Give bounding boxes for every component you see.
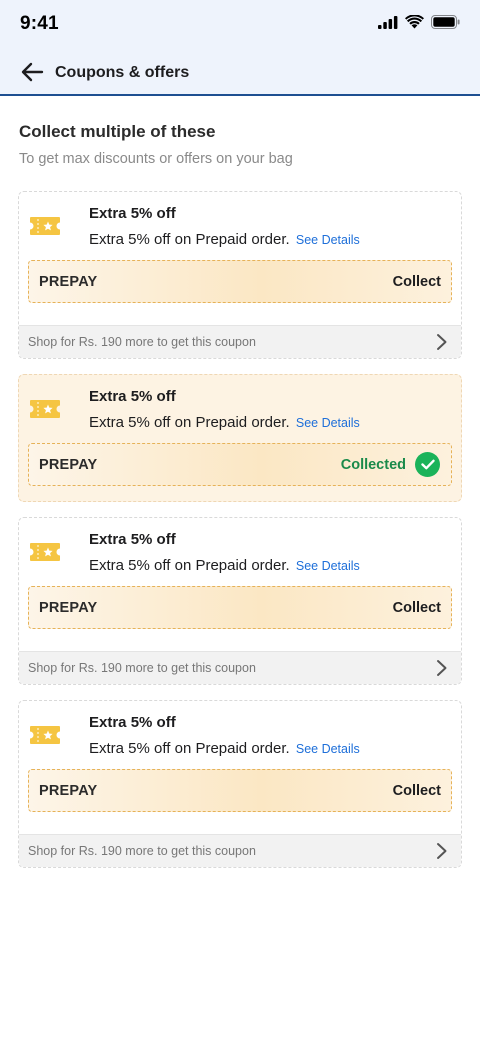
see-details-link[interactable]: See Details [296,742,360,756]
coupon-title: Extra 5% off [89,205,176,222]
collected-label: Collected [340,456,406,473]
coupon-code-box: PREPAY Collect [28,769,452,812]
coupon-description: Extra 5% off on Prepaid order. See Detai… [89,414,360,431]
coupon-footer-text: Shop for Rs. 190 more to get this coupon [28,661,256,675]
coupon-description: Extra 5% off on Prepaid order. See Detai… [89,740,360,757]
chevron-right-icon [437,660,447,676]
page-title: Coupons & offers [55,64,190,81]
coupon-code-box: PREPAY Collect [28,586,452,629]
collect-button[interactable]: Collect [393,600,441,616]
section-title: Collect multiple of these [19,122,216,141]
chevron-right-icon [437,843,447,859]
back-button[interactable] [20,61,46,85]
coupon-description-text: Extra 5% off on Prepaid order. [89,557,290,574]
see-details-link[interactable]: See Details [296,559,360,573]
coupon-footer[interactable]: Shop for Rs. 190 more to get this coupon [19,834,461,867]
coupon-code-box: PREPAY Collect [28,260,452,303]
coupon-card: Extra 5% off Extra 5% off on Prepaid ord… [18,374,462,502]
coupon-ticket-icon [30,726,60,744]
coupon-ticket-icon [30,400,60,418]
coupon-code-box: PREPAY Collected [28,443,452,486]
coupon-description: Extra 5% off on Prepaid order. See Detai… [89,231,360,248]
coupon-code: PREPAY [39,457,98,473]
cellular-signal-icon [378,15,398,29]
coupon-card: Extra 5% off Extra 5% off on Prepaid ord… [18,191,462,359]
battery-icon [431,15,460,29]
status-icons [378,15,460,29]
collect-button[interactable]: Collect [393,783,441,799]
coupon-description-text: Extra 5% off on Prepaid order. [89,414,290,431]
coupon-footer-text: Shop for Rs. 190 more to get this coupon [28,844,256,858]
coupon-description: Extra 5% off on Prepaid order. See Detai… [89,557,360,574]
section-subtitle: To get max discounts or offers on your b… [19,151,293,167]
see-details-link[interactable]: See Details [296,233,360,247]
arrow-left-icon [21,62,44,82]
see-details-link[interactable]: See Details [296,416,360,430]
collect-button[interactable]: Collect [393,274,441,290]
coupon-title: Extra 5% off [89,714,176,731]
coupon-title: Extra 5% off [89,388,176,405]
coupon-code: PREPAY [39,783,98,799]
coupon-description-text: Extra 5% off on Prepaid order. [89,231,290,248]
coupon-footer-text: Shop for Rs. 190 more to get this coupon [28,335,256,349]
status-bar: 9:41 [0,0,480,50]
coupon-footer[interactable]: Shop for Rs. 190 more to get this coupon [19,651,461,684]
coupon-code: PREPAY [39,600,98,616]
coupon-code: PREPAY [39,274,98,290]
wifi-icon [405,15,424,29]
coupon-card: Extra 5% off Extra 5% off on Prepaid ord… [18,700,462,868]
chevron-right-icon [437,334,447,350]
collected-status: Collected [341,452,440,477]
coupon-title: Extra 5% off [89,531,176,548]
coupon-ticket-icon [30,543,60,561]
app-header: Coupons & offers [0,50,480,96]
coupon-card: Extra 5% off Extra 5% off on Prepaid ord… [18,517,462,685]
coupon-description-text: Extra 5% off on Prepaid order. [89,740,290,757]
check-circle-icon [415,452,440,477]
status-time: 9:41 [20,13,59,34]
coupon-ticket-icon [30,217,60,235]
coupon-footer[interactable]: Shop for Rs. 190 more to get this coupon [19,325,461,358]
